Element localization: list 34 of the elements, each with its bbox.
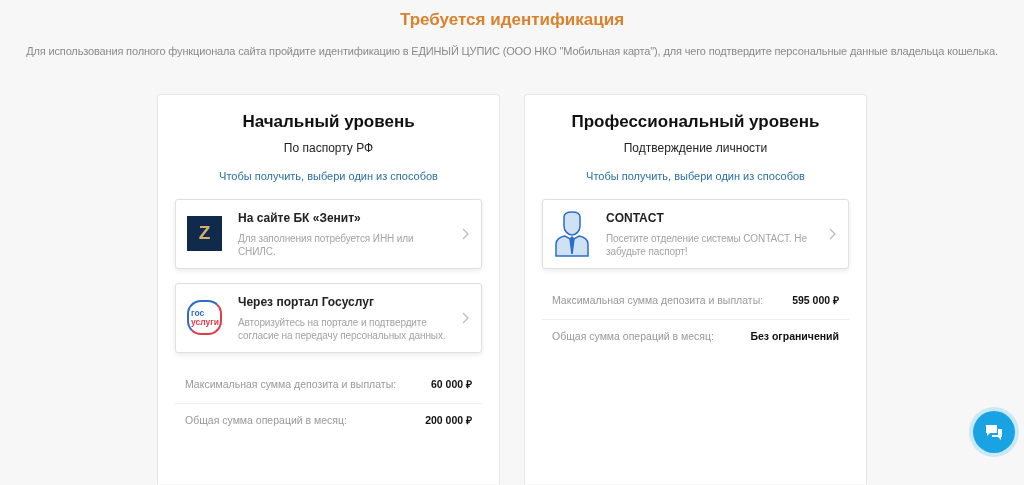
method-title: CONTACT [606,210,665,227]
limit-value: 200 000 ₽ [425,413,472,429]
limit-label: Максимальная сумма депозита и выплаты: [552,292,764,308]
method-description: Для заполнения потребуется ИНН или СНИЛС. [238,232,415,258]
chevron-icon [462,311,469,324]
level-subtitle: По паспорту РФ [282,140,375,157]
method-description: Авторизуйтесь на портале и подтвердите согласие на передачу персональных данных. [238,316,446,342]
chat-button[interactable] [973,411,1015,453]
level-title: Начальный уровень [241,111,416,133]
chevron-icon [462,227,469,240]
level-hint: Чтобы получить, выбери один из способов [218,169,439,184]
limit-label: Максимальная сумма депозита и выплаты: [185,376,397,392]
limit-label: Общая сумма операций в месяц: [552,329,714,345]
level-hint: Чтобы получить, выбери один из способов [585,169,806,184]
chat-icon [985,423,1003,441]
chevron-icon [829,227,836,240]
person-icon [554,210,590,257]
limit-value: 60 000 ₽ [430,376,472,392]
method-option[interactable]: Z На сайте БК «Зенит» Для заполнения потребуется ИНН или СНИЛС. [175,198,482,269]
limit-label: Общая сумма операций в месяц: [185,413,347,429]
level-subtitle: Подтверждение личности [622,140,769,157]
limit-value: Без ограничений [750,329,839,345]
method-option[interactable]: CONTACT Посетите отделение системы CONTACT. Не забудьте паспорт! [542,198,849,269]
method-title: Через портал Госуслуг [238,294,375,311]
method-option[interactable]: гос услуги Через портал Госуслуг Авторизуйтесь на портале и подтвердите согласие на передачу персональных данных. [175,282,482,353]
limit-value: 595 000 ₽ [792,292,839,308]
page-description: Для использования полного функционала сайта пройдите идентификацию в ЕДИНЫЙ ЦУПИС (ООО НКО "Мобильная карта"), для чего подтвердите персональные данные владельца кошелька. [26,44,998,59]
logo-text: услуги [191,317,220,327]
logo-text: гос [191,308,206,318]
page-title: Требуется идентификация [399,10,625,31]
method-description: Посетите отделение системы CONTACT. Не забудьте паспорт! [606,232,808,258]
logo-letter: Z [198,221,211,246]
level-title: Профессиональный уровень [570,111,821,133]
method-title: На сайте БК «Зенит» [238,210,362,227]
